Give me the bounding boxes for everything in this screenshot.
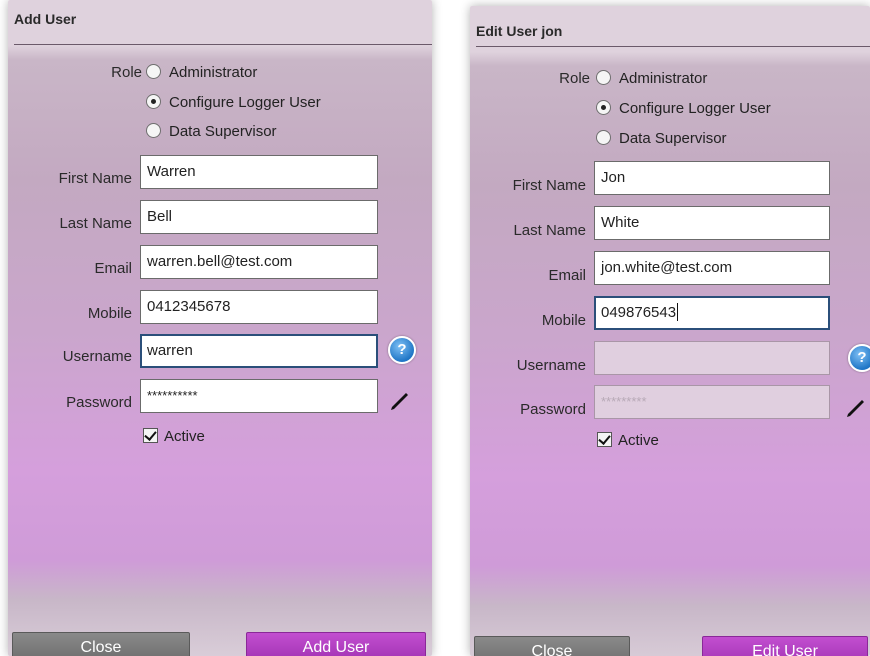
- edit-user-dialog: Edit User jon Role Administrator Configu…: [470, 6, 870, 656]
- role-data-supervisor-radio[interactable]: Data Supervisor: [596, 130, 727, 147]
- add-user-dialog: Add User Role Administrator Configure Lo…: [8, 0, 432, 656]
- username-input: [594, 341, 830, 375]
- radio-icon: [596, 70, 611, 85]
- radio-selected-icon: [596, 100, 611, 115]
- last-name-input[interactable]: White: [594, 206, 830, 240]
- mobile-input[interactable]: 049876543: [594, 296, 830, 330]
- last-name-label: Last Name: [59, 215, 132, 232]
- email-input[interactable]: warren.bell@test.com: [140, 245, 378, 279]
- radio-icon: [146, 123, 161, 138]
- email-label: Email: [548, 267, 586, 284]
- close-button[interactable]: Close: [474, 636, 630, 656]
- password-label: Password: [66, 394, 132, 411]
- last-name-input[interactable]: Bell: [140, 200, 378, 234]
- first-name-input[interactable]: Warren: [140, 155, 378, 189]
- edit-user-button[interactable]: Edit User: [702, 636, 868, 656]
- password-input: *********: [594, 385, 830, 419]
- email-label: Email: [94, 260, 132, 277]
- first-name-label: First Name: [58, 170, 132, 187]
- help-icon[interactable]: ?: [388, 336, 416, 364]
- password-input[interactable]: **********: [140, 379, 378, 413]
- help-icon[interactable]: ?: [848, 344, 870, 372]
- role-label: Role: [111, 64, 142, 81]
- dialog-title: Edit User jon: [476, 16, 870, 47]
- password-label: Password: [520, 401, 586, 418]
- pencil-icon[interactable]: [844, 396, 868, 420]
- checkbox-checked-icon: [597, 432, 612, 447]
- radio-selected-icon: [146, 94, 161, 109]
- add-user-button[interactable]: Add User: [246, 632, 426, 656]
- role-administrator-radio[interactable]: Administrator: [596, 70, 707, 87]
- first-name-input[interactable]: Jon: [594, 161, 830, 195]
- role-administrator-radio[interactable]: Administrator: [146, 64, 257, 81]
- email-input[interactable]: jon.white@test.com: [594, 251, 830, 285]
- username-label: Username: [516, 357, 586, 374]
- role-label: Role: [559, 70, 590, 87]
- first-name-label: First Name: [512, 177, 586, 194]
- active-checkbox[interactable]: Active: [597, 432, 659, 449]
- text-caret: [677, 303, 679, 321]
- username-input[interactable]: warren: [140, 334, 378, 368]
- role-configure-logger-user-radio[interactable]: Configure Logger User: [596, 100, 771, 117]
- mobile-label: Mobile: [87, 305, 132, 322]
- last-name-label: Last Name: [513, 222, 586, 239]
- checkbox-checked-icon: [143, 428, 158, 443]
- mobile-label: Mobile: [541, 312, 586, 329]
- mobile-input[interactable]: 0412345678: [140, 290, 378, 324]
- dialog-title: Add User: [14, 0, 432, 45]
- pencil-icon[interactable]: [388, 389, 412, 413]
- username-label: Username: [62, 348, 132, 365]
- role-configure-logger-user-radio[interactable]: Configure Logger User: [146, 94, 321, 111]
- mobile-input-value: 049876543: [601, 304, 677, 321]
- radio-icon: [596, 130, 611, 145]
- close-button[interactable]: Close: [12, 632, 190, 656]
- role-data-supervisor-radio[interactable]: Data Supervisor: [146, 123, 277, 140]
- active-checkbox[interactable]: Active: [143, 428, 205, 445]
- radio-icon: [146, 64, 161, 79]
